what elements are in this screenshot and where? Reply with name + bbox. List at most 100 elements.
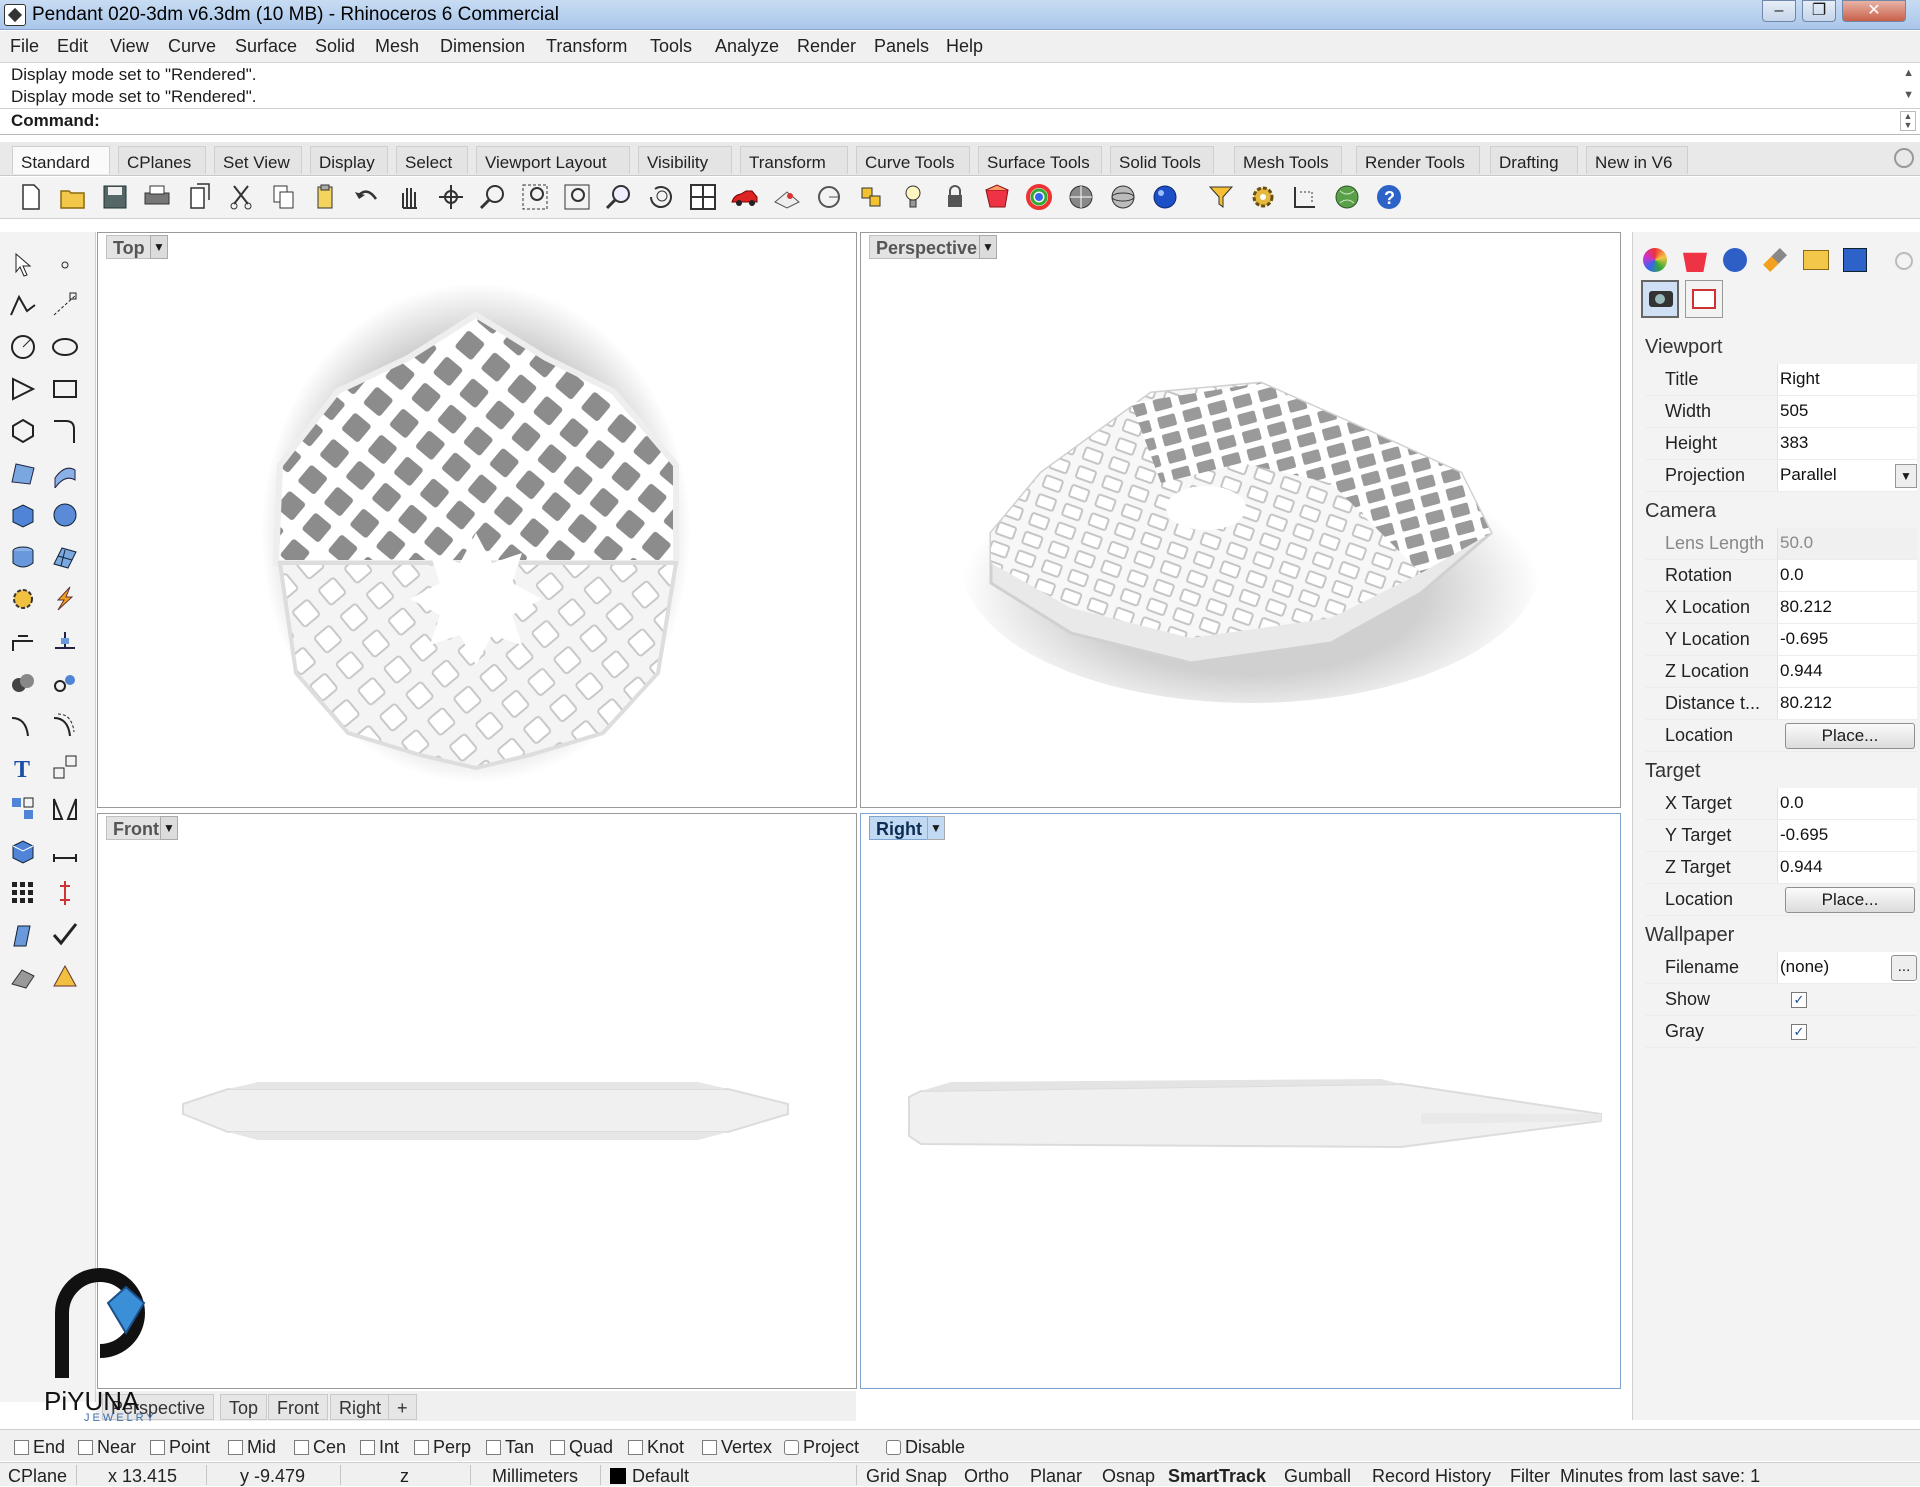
toggle-smarttrack[interactable]: SmartTrack <box>1168 1466 1266 1487</box>
menu-transform[interactable]: Transform <box>546 36 627 57</box>
car-render-icon[interactable] <box>730 182 760 212</box>
polygon-icon[interactable] <box>8 416 38 446</box>
viewport-camera-icon[interactable] <box>1641 280 1679 318</box>
help-icon[interactable]: ? <box>1374 182 1404 212</box>
osnap-perp-checkbox[interactable]: Perp <box>414 1437 471 1458</box>
osnap-vertex-checkbox[interactable]: Vertex <box>702 1437 772 1458</box>
command-spinner-icon[interactable]: ▲ ▼ <box>1900 111 1916 131</box>
viewport-front[interactable]: Front ▼ <box>97 813 857 1389</box>
osnap-project-checkbox[interactable]: Project <box>784 1437 859 1458</box>
zoom-icon[interactable] <box>478 182 508 212</box>
snap-points-icon[interactable] <box>856 182 886 212</box>
distance-to-target-field[interactable]: 80.212 <box>1777 688 1917 719</box>
rhino-app-icon[interactable] <box>4 4 26 26</box>
tab-mesh-tools[interactable]: Mesh Tools <box>1234 146 1342 174</box>
scroll-up-icon[interactable]: ▲ <box>1903 67 1914 79</box>
add-viewport-tab-button[interactable]: + <box>388 1394 417 1420</box>
projection-dropdown-chevron-icon[interactable]: ▼ <box>1895 464 1917 488</box>
filter-icon[interactable] <box>1206 182 1236 212</box>
osnap-int-checkbox[interactable]: Int <box>360 1437 399 1458</box>
tab-cplanes[interactable]: CPlanes <box>118 146 206 174</box>
toggle-grid-snap[interactable]: Grid Snap <box>866 1466 947 1487</box>
tab-drafting[interactable]: Drafting <box>1490 146 1578 174</box>
split-icon[interactable] <box>50 626 80 656</box>
scale-icon[interactable] <box>50 752 80 782</box>
render-tab-icon[interactable] <box>1763 248 1787 272</box>
group-icon[interactable] <box>8 794 38 824</box>
point-icon[interactable] <box>50 250 80 280</box>
status-cplane[interactable]: CPlane <box>8 1466 67 1487</box>
light-spot-icon[interactable] <box>50 962 80 992</box>
menu-panels[interactable]: Panels <box>874 36 929 57</box>
dimension-icon[interactable] <box>1290 182 1320 212</box>
wallpaper-gray-checkbox[interactable]: ✓ <box>1791 1024 1807 1040</box>
menu-help[interactable]: Help <box>946 36 983 57</box>
toggle-record-history[interactable]: Record History <box>1372 1466 1491 1487</box>
color-wheel-icon[interactable] <box>1024 182 1054 212</box>
close-button[interactable]: ✕ <box>1842 0 1906 22</box>
z-target-field[interactable]: 0.944 <box>1777 852 1917 883</box>
open-file-icon[interactable] <box>58 182 88 212</box>
sphere-solid-icon[interactable] <box>50 500 80 530</box>
globe-icon[interactable] <box>1332 182 1362 212</box>
zoom-window-icon[interactable] <box>520 182 550 212</box>
status-units[interactable]: Millimeters <box>492 1466 578 1487</box>
tab-select[interactable]: Select <box>396 146 468 174</box>
rectangle-icon[interactable] <box>50 374 80 404</box>
print-icon[interactable] <box>142 182 172 212</box>
panel-settings-gear-icon[interactable] <box>1895 252 1913 270</box>
viewport-title-field[interactable]: Right <box>1777 364 1917 395</box>
toggle-ortho[interactable]: Ortho <box>964 1466 1009 1487</box>
tab-new-in-v6[interactable]: New in V6 <box>1586 146 1688 174</box>
menu-render[interactable]: Render <box>797 36 856 57</box>
rotate-view-icon[interactable] <box>436 182 466 212</box>
ellipse-icon[interactable] <box>50 332 80 362</box>
x-location-field[interactable]: 80.212 <box>1777 592 1917 623</box>
vptab-right[interactable]: Right <box>330 1394 391 1420</box>
boolean-explode-icon[interactable] <box>8 584 38 614</box>
import-icon[interactable] <box>184 182 214 212</box>
vptab-top[interactable]: Top <box>220 1394 268 1420</box>
viewport-perspective[interactable]: Perspective ▼ <box>860 232 1621 808</box>
tab-solid-tools[interactable]: Solid Tools <box>1110 146 1214 174</box>
options-gear-icon[interactable] <box>1248 182 1278 212</box>
properties-tab-icon[interactable] <box>1643 248 1667 272</box>
wallpaper-show-checkbox[interactable]: ✓ <box>1791 992 1807 1008</box>
material-sphere-icon[interactable] <box>1066 182 1096 212</box>
new-file-icon[interactable] <box>16 182 46 212</box>
viewport-top[interactable]: Top ▼ <box>97 232 857 808</box>
boolean-split-icon[interactable] <box>50 668 80 698</box>
osnap-disable-checkbox[interactable]: Disable <box>886 1437 965 1458</box>
render-preview-icon[interactable] <box>8 962 38 992</box>
osnap-point-checkbox[interactable]: Point <box>150 1437 210 1458</box>
layers-tab-icon[interactable] <box>1683 252 1707 272</box>
toolbar-settings-gear-icon[interactable] <box>1894 148 1914 168</box>
text-icon[interactable]: T <box>8 752 38 782</box>
lightning-icon[interactable] <box>50 584 80 614</box>
menu-file[interactable]: File <box>10 36 39 57</box>
menu-mesh[interactable]: Mesh <box>375 36 419 57</box>
dimension-linear-icon[interactable] <box>50 836 80 866</box>
fillet-curve-icon[interactable] <box>50 416 80 446</box>
tab-curve-tools[interactable]: Curve Tools <box>856 146 970 174</box>
menu-dimension[interactable]: Dimension <box>440 36 525 57</box>
toggle-gumball[interactable]: Gumball <box>1284 1466 1351 1487</box>
x-target-field[interactable]: 0.0 <box>1777 788 1917 819</box>
box-solid-icon[interactable] <box>8 500 38 530</box>
vptab-front[interactable]: Front <box>268 1394 329 1420</box>
y-location-field[interactable]: -0.695 <box>1777 624 1917 655</box>
menu-view[interactable]: View <box>110 36 149 57</box>
menu-tools[interactable]: Tools <box>650 36 692 57</box>
arc-icon[interactable] <box>8 374 38 404</box>
menu-edit[interactable]: Edit <box>57 36 88 57</box>
maximize-button[interactable]: ❐ <box>1802 0 1836 22</box>
toggle-filter[interactable]: Filter <box>1510 1466 1550 1487</box>
mirror-icon[interactable] <box>50 794 80 824</box>
target-place-button[interactable]: Place... <box>1785 887 1915 913</box>
circle-icon[interactable] <box>8 332 38 362</box>
save-icon[interactable] <box>100 182 130 212</box>
tab-standard[interactable]: Standard <box>12 146 110 174</box>
display-tab-icon[interactable] <box>1723 248 1747 272</box>
tab-set-view[interactable]: Set View <box>214 146 302 174</box>
osnap-tan-checkbox[interactable]: Tan <box>486 1437 534 1458</box>
